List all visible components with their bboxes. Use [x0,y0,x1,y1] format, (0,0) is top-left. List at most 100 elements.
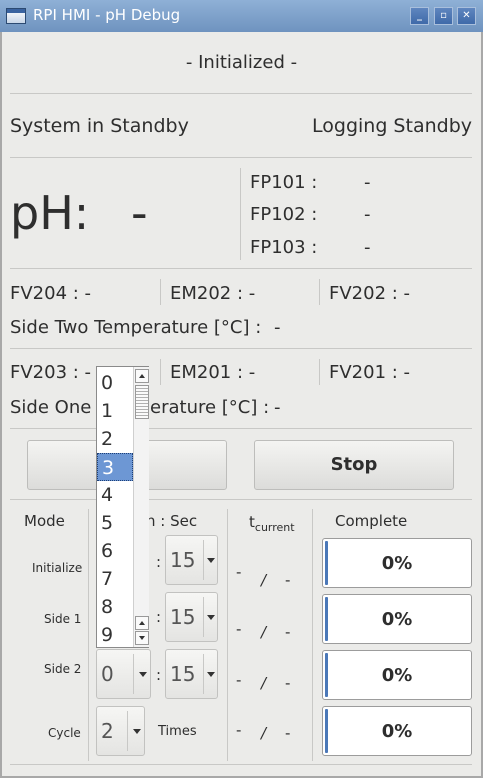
close-button[interactable]: ✕ [457,7,476,25]
side2-minutes-value: 0 [101,662,114,686]
fp103-value: - [364,237,371,258]
progress-text: 0% [381,665,413,686]
side1-current: - [236,620,242,638]
logging-status: Logging Standby [312,115,472,137]
colon: : [156,553,162,571]
side1-progress-bar: 0% [322,594,472,644]
init-slash: / [261,571,267,589]
side-one-temp-value: - [274,397,281,418]
divider [10,93,472,94]
scroll-up-icon[interactable] [135,369,149,383]
cycle-slash: / [261,724,267,742]
scroll-thumb[interactable] [135,385,149,419]
fp101-label: FP101 : [250,172,318,193]
combo-separator [133,654,134,694]
complete-header: Complete [335,512,408,530]
mode-cycle: Cycle [48,726,81,740]
fp101-value: - [364,172,371,193]
maximize-button[interactable]: ▫ [434,7,453,25]
side1-slash: / [261,623,267,641]
em202-status: EM202 : - [170,283,256,304]
fp103-label: FP103 : [250,237,318,258]
progress-text: 0% [381,609,413,630]
divider [10,764,472,765]
dropdown-option[interactable]: 4 [97,481,133,509]
fp102-value: - [364,204,371,225]
side2-seconds-value: 15 [170,662,196,686]
init-current: - [236,563,242,581]
dropdown-scrollbar[interactable] [133,367,149,647]
cycle-times-value: 2 [101,719,114,743]
side2-minutes-combo[interactable]: 0 [96,649,151,699]
side-two-temp-label: Side Two Temperature [°C] : [10,317,262,338]
chevron-down-icon [133,729,141,734]
chevron-down-icon [139,672,147,677]
cycle-current: - [236,721,242,739]
colon: : [156,666,162,684]
dropdown-option[interactable]: 5 [97,509,133,537]
fv203-status: FV203 : - [10,362,92,383]
divider [319,279,320,305]
fv201-status: FV201 : - [329,362,411,383]
mode-side-1: Side 1 [44,612,82,626]
progress-text: 0% [381,721,413,742]
tcurrent-header: tcurrent [249,513,295,534]
init-total: - [285,571,291,589]
stop-button[interactable]: Stop [254,440,454,490]
divider [227,509,228,761]
chevron-down-icon [207,615,215,620]
init-status: - Initialized - [185,52,298,73]
ph-label: pH: [10,186,90,240]
dropdown-option[interactable]: 1 [97,397,133,425]
side2-current: - [236,671,242,689]
side1-seconds-combo[interactable]: 15 [165,592,218,642]
init-seconds-combo[interactable]: 15 [165,535,218,585]
side2-total: - [285,674,291,692]
side2-progress-bar: 0% [322,650,472,700]
dropdown-option[interactable]: 2 [97,425,133,453]
divider [10,348,472,349]
divider [312,509,313,761]
window-title: RPI HMI - pH Debug [33,6,181,24]
scroll-up-icon[interactable] [135,616,149,630]
divider [10,428,472,429]
chevron-down-icon [207,672,215,677]
side-two-temp-value: - [274,317,281,338]
ph-value: - [131,186,148,240]
minutes-dropdown-list[interactable]: 0123456789 [96,366,149,648]
divider [160,359,161,385]
divider [319,359,320,385]
divider [160,279,161,305]
fp102-label: FP102 : [250,204,318,225]
progress-text: 0% [381,553,413,574]
side1-seconds-value: 15 [170,605,196,629]
dropdown-option[interactable]: 6 [97,537,133,565]
combo-separator [203,654,204,694]
dropdown-option[interactable]: 7 [97,565,133,593]
scroll-down-icon[interactable] [135,631,149,645]
dropdown-option[interactable]: 3 [97,453,133,481]
times-label: Times [158,724,197,739]
cycle-progress-bar: 0% [322,706,472,756]
divider [10,157,472,158]
dropdown-option[interactable]: 0 [97,369,133,397]
combo-separator [127,711,128,751]
em201-status: EM201 : - [170,362,256,383]
colon: : [156,608,162,626]
dropdown-option[interactable]: 9 [97,621,133,649]
system-status: System in Standby [10,115,189,137]
dropdown-option[interactable]: 8 [97,593,133,621]
chevron-down-icon [207,558,215,563]
time-header: n : Sec [146,512,198,530]
fv204-status: FV204 : - [10,283,92,304]
minimize-button[interactable]: _ [410,7,429,25]
side1-total: - [285,623,291,641]
side2-seconds-combo[interactable]: 15 [165,649,218,699]
init-seconds-value: 15 [170,548,196,572]
divider [10,268,472,269]
init-progress-bar: 0% [322,538,472,588]
fv202-status: FV202 : - [329,283,411,304]
divider [240,168,241,260]
cycle-times-combo[interactable]: 2 [96,706,145,756]
mode-initialize: Initialize [32,561,83,575]
